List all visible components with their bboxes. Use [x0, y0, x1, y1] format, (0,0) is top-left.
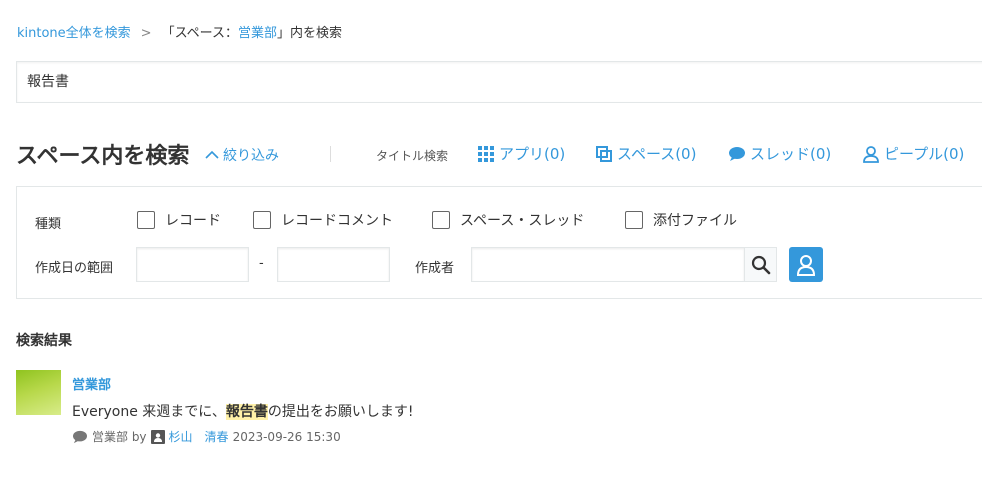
page-title: スペース内を検索: [16, 144, 190, 169]
tab-spaces[interactable]: スペース(0): [595, 143, 696, 164]
date-to-input[interactable]: [277, 247, 390, 282]
checkbox-label: 添付ファイル: [653, 213, 737, 229]
breadcrumb: kintone全体を検索 > 「スペース：営業部」内を検索: [17, 22, 342, 41]
search-icon: [751, 255, 770, 274]
tab-threads-label: スレッド(0): [750, 145, 832, 163]
date-separator: -: [259, 256, 264, 271]
speech-bubble-icon: [73, 430, 87, 443]
breadcrumb-current-suffix: 」内を検索: [277, 26, 343, 41]
chevron-up-icon: [205, 150, 219, 159]
tab-apps-label: アプリ(0): [499, 145, 566, 163]
narrow-down-toggle[interactable]: 絞り込み: [205, 145, 279, 165]
user-select-button[interactable]: [789, 247, 823, 282]
breadcrumb-root-link[interactable]: kintone全体を検索: [17, 26, 131, 41]
checkbox-space-thread[interactable]: スペース・スレッド: [432, 210, 584, 230]
result-meta-space: 営業部 by: [92, 430, 147, 444]
date-from-input[interactable]: [136, 247, 249, 282]
checkbox-label: レコード: [165, 213, 221, 229]
tab-apps[interactable]: アプリ(0): [477, 143, 565, 164]
grid-icon: [478, 145, 494, 162]
divider: [330, 146, 331, 162]
space-thumbnail[interactable]: [16, 370, 61, 415]
person-icon: [863, 145, 879, 163]
person-icon: [796, 254, 816, 276]
breadcrumb-space-link[interactable]: 営業部: [238, 26, 277, 41]
results-heading: 検索結果: [16, 333, 72, 349]
user-avatar-icon: [150, 429, 165, 444]
date-range-label: 作成日の範囲: [35, 261, 114, 276]
tab-spaces-label: スペース(0): [617, 145, 697, 163]
checkbox-record[interactable]: レコード: [137, 210, 221, 230]
creator-input[interactable]: [471, 247, 745, 282]
tab-threads[interactable]: スレッド(0): [728, 143, 831, 164]
result-body-after: の提出をお願いします!: [267, 404, 414, 420]
checkbox-box[interactable]: [625, 211, 643, 229]
filter-panel: [16, 186, 982, 299]
checkbox-box[interactable]: [432, 211, 450, 229]
tab-people-label: ピープル(0): [884, 145, 965, 163]
breadcrumb-separator: >: [140, 26, 152, 41]
result-meta: 営業部 by 杉山 清春 2023-09-26 15:30: [72, 428, 341, 445]
result-body: Everyone 来週までに、報告書の提出をお願いします!: [72, 401, 414, 421]
space-icon: [596, 145, 612, 162]
result-user-link[interactable]: 杉山 清春: [169, 428, 229, 445]
tab-people[interactable]: ピープル(0): [862, 143, 964, 164]
result-title-link[interactable]: 営業部: [72, 374, 111, 393]
checkbox-label: レコードコメント: [281, 213, 393, 229]
breadcrumb-current: 「スペース：営業部」内を検索: [162, 26, 342, 41]
checkbox-box[interactable]: [137, 211, 155, 229]
checkbox-attachment[interactable]: 添付ファイル: [625, 210, 737, 230]
result-body-before: Everyone 来週までに、: [72, 404, 226, 420]
breadcrumb-current-prefix: 「スペース：: [161, 26, 239, 41]
result-highlight: 報告書: [225, 404, 268, 420]
checkbox-record-comment[interactable]: レコードコメント: [253, 210, 393, 230]
search-input[interactable]: 報告書: [16, 61, 982, 103]
title-search-label: タイトル検索: [376, 149, 449, 163]
creator-label: 作成者: [415, 261, 455, 276]
speech-bubble-icon: [729, 146, 745, 161]
checkbox-label: スペース・スレッド: [460, 213, 585, 229]
narrow-down-label: 絞り込み: [223, 148, 279, 164]
checkbox-box[interactable]: [253, 211, 271, 229]
type-label: 種類: [35, 217, 62, 232]
result-date: 2023-09-26 15:30: [232, 429, 341, 444]
creator-search-button[interactable]: [744, 247, 777, 282]
